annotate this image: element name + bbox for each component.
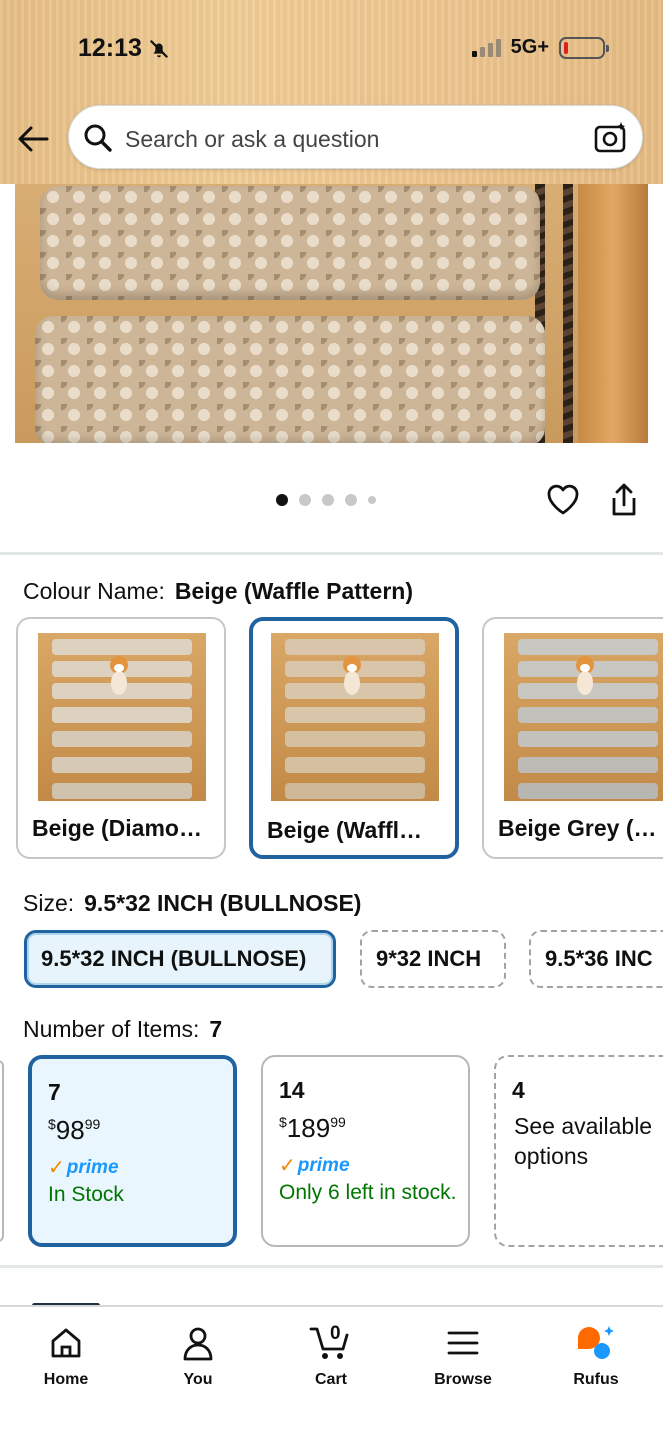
network-label: 5G+ bbox=[510, 36, 549, 58]
nav-browse-label: Browse bbox=[434, 1371, 492, 1388]
size-option-chip[interactable]: 9.5*32 INCH (BULLNOSE) bbox=[24, 930, 336, 988]
stair-tread-bottom bbox=[35, 316, 545, 443]
section-divider bbox=[0, 552, 663, 555]
silent-bell-icon bbox=[149, 39, 168, 58]
bottom-nav: Home You 0 Cart Browse Rufus bbox=[0, 1305, 663, 1440]
camera-search-icon[interactable] bbox=[594, 121, 628, 155]
nav-you[interactable]: You bbox=[143, 1321, 253, 1389]
search-bar[interactable]: Search or ask a question bbox=[68, 105, 643, 169]
colour-option-label: Beige Grey (… bbox=[498, 815, 657, 841]
prime-check-icon: ✓ bbox=[48, 1157, 65, 1179]
stair-tread-top bbox=[40, 186, 540, 300]
quantity-count: 14 bbox=[279, 1077, 305, 1103]
nav-home[interactable]: Home bbox=[11, 1321, 121, 1389]
quantity-option-card[interactable]: 4 See available options bbox=[494, 1055, 663, 1247]
size-option-chip[interactable]: 9*32 INCH bbox=[360, 930, 506, 988]
nav-rufus-label: Rufus bbox=[573, 1371, 619, 1388]
section-divider bbox=[0, 1265, 663, 1268]
colour-label: Colour Name: bbox=[23, 578, 165, 604]
back-arrow-icon bbox=[18, 126, 49, 152]
home-icon bbox=[51, 1328, 81, 1358]
nav-rufus[interactable]: Rufus bbox=[541, 1321, 651, 1389]
nav-cart[interactable]: 0 Cart bbox=[276, 1321, 386, 1389]
pager-dot[interactable] bbox=[322, 494, 334, 506]
quantity-card-partial[interactable] bbox=[0, 1060, 4, 1242]
price: $9899 bbox=[48, 1115, 101, 1145]
colour-option-card[interactable]: Beige (Waffl… bbox=[249, 617, 459, 859]
battery-icon bbox=[559, 36, 609, 59]
dog-image bbox=[110, 656, 128, 695]
dog-image bbox=[343, 656, 361, 695]
gallery-pager[interactable] bbox=[276, 494, 376, 506]
colour-thumbnail bbox=[271, 633, 439, 801]
pager-dot[interactable] bbox=[345, 494, 357, 506]
stock-status: In Stock bbox=[48, 1183, 124, 1206]
colour-selected-value: Beige (Waffle Pattern) bbox=[174, 578, 414, 604]
quantity-selected-value: 7 bbox=[209, 1016, 223, 1042]
colour-option-label: Beige (Waffl… bbox=[267, 817, 423, 843]
search-icon bbox=[84, 124, 112, 152]
prime-check-icon: ✓ bbox=[279, 1155, 296, 1177]
nav-you-label: You bbox=[183, 1371, 213, 1388]
clock-text: 12:13 bbox=[78, 34, 142, 62]
baluster bbox=[563, 184, 573, 443]
nav-home-label: Home bbox=[43, 1371, 89, 1388]
pager-dot[interactable] bbox=[276, 494, 288, 506]
colour-label-row: Colour Name: Beige (Waffle Pattern) bbox=[23, 578, 413, 605]
quantity-count: 7 bbox=[48, 1079, 61, 1105]
pager-dot[interactable] bbox=[299, 494, 311, 506]
status-right: 5G+ bbox=[471, 36, 609, 59]
pager-dot[interactable] bbox=[368, 496, 376, 504]
prime-badge: ✓ prime bbox=[279, 1154, 350, 1178]
header: 12:13 5G+ Search or ask a question bbox=[0, 0, 663, 184]
size-option-chip[interactable]: 9.5*36 INC bbox=[529, 930, 663, 988]
cart-count-badge: 0 bbox=[330, 1323, 341, 1344]
person-icon bbox=[183, 1327, 213, 1361]
nav-cart-label: Cart bbox=[314, 1371, 347, 1388]
size-label-row: Size: 9.5*32 INCH (BULLNOSE) bbox=[23, 890, 361, 917]
search-input[interactable]: Search or ask a question bbox=[125, 126, 379, 153]
dog-image bbox=[576, 656, 594, 695]
colour-option-card[interactable]: Beige Grey (… bbox=[482, 617, 663, 859]
price: $18999 bbox=[279, 1113, 346, 1143]
share-icon[interactable] bbox=[607, 482, 641, 518]
product-image[interactable] bbox=[15, 184, 648, 443]
colour-option-label: Beige (Diamo… bbox=[32, 815, 202, 841]
size-option-label: 9*32 INCH bbox=[376, 946, 482, 971]
heart-icon[interactable] bbox=[545, 482, 581, 518]
quantity-label: Number of Items: bbox=[23, 1016, 200, 1042]
colour-option-card[interactable]: Beige (Diamo… bbox=[16, 617, 226, 859]
size-selected-value: 9.5*32 INCH (BULLNOSE) bbox=[84, 890, 362, 916]
see-options-text: See available options bbox=[514, 1113, 653, 1169]
menu-icon bbox=[447, 1331, 479, 1355]
size-option-label: 9.5*36 INC bbox=[545, 946, 653, 971]
back-button[interactable] bbox=[16, 121, 52, 157]
status-time: 12:13 bbox=[78, 34, 170, 63]
nav-browse[interactable]: Browse bbox=[408, 1321, 518, 1389]
quantity-count: 4 bbox=[512, 1077, 525, 1103]
colour-thumbnail bbox=[504, 633, 663, 801]
colour-thumbnail bbox=[38, 633, 206, 801]
stock-status: Only 6 left in stock. bbox=[279, 1181, 457, 1204]
rufus-icon bbox=[578, 1326, 614, 1359]
signal-icon bbox=[471, 38, 501, 57]
size-option-label: 9.5*32 INCH (BULLNOSE) bbox=[41, 946, 307, 971]
size-label: Size: bbox=[23, 890, 75, 916]
prime-badge: ✓ prime bbox=[48, 1156, 119, 1180]
quantity-label-row: Number of Items: 7 bbox=[23, 1016, 222, 1043]
quantity-option-card[interactable]: 14 $18999 ✓ prime Only 6 left in stock. bbox=[261, 1055, 470, 1247]
newel-post bbox=[578, 184, 648, 443]
quantity-option-card[interactable]: 7 $9899 ✓ prime In Stock bbox=[28, 1055, 237, 1247]
